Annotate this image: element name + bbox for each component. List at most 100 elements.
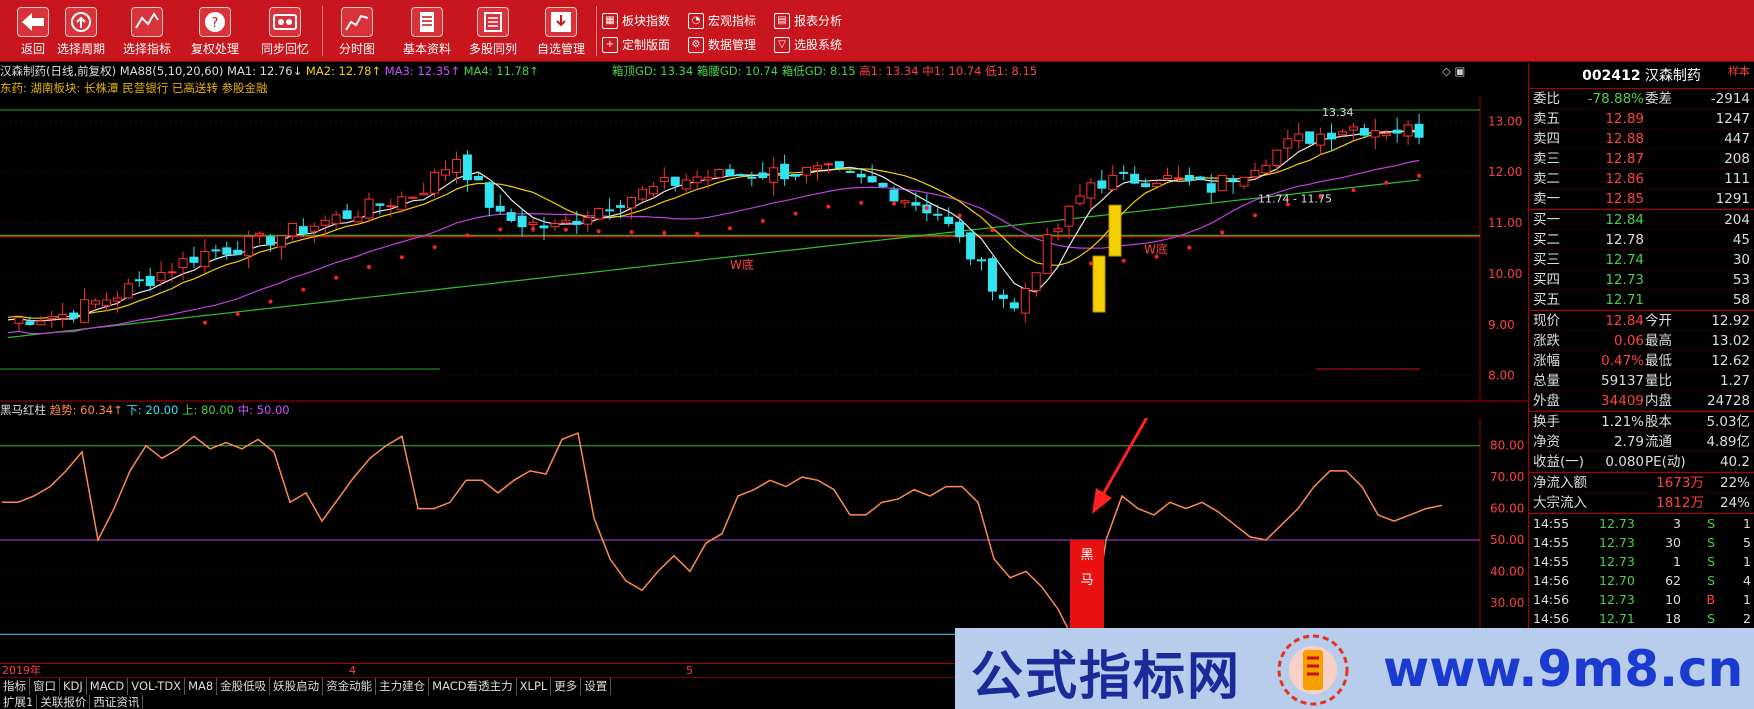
- data-manage-button[interactable]: ⚙ 数据管理: [686, 34, 756, 56]
- signal-dot: [498, 227, 503, 232]
- indicator-tabs: 指标 窗口 KDJ MACD VOL-TDX MA8 金股低吸 妖股启动 资金动能 主力建仓 MAC…: [0, 677, 960, 695]
- candle-body: [47, 316, 57, 320]
- candle-body: [681, 179, 691, 190]
- indicator-tab[interactable]: MACD: [87, 678, 129, 695]
- watchlist-button[interactable]: 自选管理: [528, 3, 594, 59]
- candle-body: [1359, 128, 1369, 136]
- indicator-tab[interactable]: MACD看透主力: [429, 678, 517, 695]
- ma4-line: [7, 179, 1420, 339]
- report-analysis-button[interactable]: ▤ 报表分析: [772, 10, 842, 32]
- indicator-tab[interactable]: 金股低吸: [217, 678, 271, 695]
- select-period-button[interactable]: 选择周期: [48, 3, 114, 59]
- price-tick-label: 8.00: [1488, 369, 1515, 383]
- filter-icon: ▽: [774, 37, 790, 53]
- ind-tick-label: 30.00: [1490, 596, 1524, 610]
- indicator-tab[interactable]: MA8: [185, 678, 218, 695]
- high-price-label: 13.34: [1322, 106, 1354, 119]
- candle-body: [1392, 129, 1402, 134]
- candle-body: [703, 176, 713, 181]
- signal-dot: [924, 205, 929, 210]
- indicator-tab[interactable]: 窗口: [30, 678, 60, 695]
- candle-body: [1414, 123, 1424, 138]
- candle-body: [1381, 133, 1391, 137]
- candle-body: [462, 154, 472, 181]
- mid1-value: 中1: 10.74: [922, 64, 982, 78]
- signal-dot: [990, 228, 995, 233]
- macro-indicator-button[interactable]: ◔ 宏观指标: [686, 10, 756, 32]
- indicator-tab[interactable]: VOL-TDX: [128, 678, 186, 695]
- sell-order-row: 卖一 12.85 1291: [1529, 189, 1754, 209]
- watermark-url: www.9m8.cn: [1383, 640, 1744, 698]
- signal-dot: [1220, 230, 1225, 235]
- price-tick-label: 10.00: [1488, 267, 1522, 281]
- indicator-tab[interactable]: XLPL: [517, 678, 552, 695]
- signal-dot: [892, 201, 897, 206]
- multi-stock-button[interactable]: 多股同列: [460, 3, 526, 59]
- candle-body: [1316, 133, 1326, 146]
- rights-adjust-button[interactable]: ? 复权处理: [182, 3, 248, 59]
- company-stats: 换手 1.21% 股本 5.03亿 净资 2.79 流通 4.89亿 收益(一) 0.080 PE(…: [1529, 412, 1754, 472]
- company-stat-row: 换手 1.21% 股本 5.03亿: [1529, 412, 1754, 432]
- candle-body: [572, 220, 582, 225]
- custom-layout-button[interactable]: + 定制版面: [600, 34, 670, 56]
- indicator-tab[interactable]: 妖股启动: [270, 678, 324, 695]
- candle-body: [725, 169, 735, 177]
- tick-row: 14:56 12.73 10 B 1: [1533, 592, 1751, 607]
- indicator-chart[interactable]: 80.0070.0060.0050.0040.0030.0020.00黑马: [0, 418, 1528, 663]
- tick-row: 14:55 12.73 1 S 1: [1533, 554, 1751, 569]
- signal-dot: [1088, 261, 1093, 266]
- company-stat-row: 收益(一) 0.080 PE(动) 40.2: [1529, 452, 1754, 472]
- indicator-tab[interactable]: KDJ: [60, 678, 87, 695]
- chart-title: 汉森制药(日线,前复权): [0, 64, 117, 78]
- indicator-name: 黑马红柱: [0, 403, 46, 417]
- candle-body: [1108, 174, 1118, 190]
- candle-body: [298, 226, 308, 235]
- w-bottom-label: W底: [1144, 242, 1168, 257]
- candle-body: [583, 217, 593, 225]
- buy-orders: 买一 12.84 204 买二 12.78 45 买三 12.74 30 买四 12.73 53 买五 1…: [1529, 210, 1754, 310]
- tick-row: 14:55 12.73 30 S 5: [1533, 535, 1751, 550]
- ind-tick-label: 70.00: [1490, 470, 1524, 484]
- signal-dot: [826, 204, 831, 209]
- candle-body: [451, 159, 461, 173]
- candle-body: [353, 216, 363, 223]
- ind-tick-label: 60.00: [1490, 502, 1524, 516]
- candle-body: [222, 247, 232, 255]
- candle-body: [955, 221, 965, 238]
- toolbar: 返回 选择周期 选择指标 ? 复权处理 同步回忆 分时图 基本资料 多股同列 自…: [0, 0, 1754, 62]
- candle-body: [747, 176, 757, 179]
- kline-chart[interactable]: 13.00 12.00 11.00 10.00 9.00 8.00 W底 W底 13.34 11.…: [0, 96, 1528, 402]
- timeshare-button[interactable]: 分时图: [324, 3, 390, 59]
- ind-tick-label: 50.00: [1490, 533, 1524, 547]
- panel-tab[interactable]: 扩展1: [0, 695, 38, 709]
- indicator-tab[interactable]: 资金动能: [323, 678, 377, 695]
- box-low-value: 箱低GD: 8.15: [781, 64, 856, 78]
- stock-code: 002412: [1582, 68, 1641, 84]
- sell-order-row: 卖四 12.88 447: [1529, 129, 1754, 149]
- candle-body: [134, 279, 144, 282]
- candle-body: [397, 196, 407, 211]
- candle-body: [823, 163, 833, 166]
- sector-index-button[interactable]: ▦ 板块指数: [600, 10, 670, 32]
- window-controls-icon[interactable]: ◇ ▣: [1442, 63, 1465, 80]
- signal-dot: [596, 229, 601, 234]
- sell-order-row: 卖五 12.89 1247: [1529, 109, 1754, 129]
- indicator-tab[interactable]: 更多: [551, 678, 582, 695]
- select-indicator-button[interactable]: 选择指标: [114, 3, 180, 59]
- indicator-tab[interactable]: 设置: [581, 678, 612, 695]
- box-top-value: 箱顶GD: 13.34: [611, 64, 694, 78]
- indicator-tab[interactable]: 指标: [0, 678, 30, 695]
- sync-replay-button[interactable]: 同步回忆: [252, 3, 318, 59]
- candle-body: [1294, 133, 1304, 142]
- signal-dot: [727, 226, 732, 231]
- basic-info-button[interactable]: 基本资料: [394, 3, 460, 59]
- ma-params: MA88(5,10,20,60): [119, 64, 224, 78]
- candle-body: [605, 209, 615, 212]
- indicator-mid: 中: 50.00: [237, 403, 290, 417]
- indicator-tab[interactable]: 主力建仓: [376, 678, 430, 695]
- low1-value: 低1: 8.15: [985, 64, 1038, 78]
- stock-picker-button[interactable]: ▽ 选股系统: [772, 34, 842, 56]
- panel-tab[interactable]: 关联报价: [37, 695, 91, 709]
- panel-tab[interactable]: 西证资讯: [90, 695, 144, 709]
- candle-body: [1337, 131, 1347, 136]
